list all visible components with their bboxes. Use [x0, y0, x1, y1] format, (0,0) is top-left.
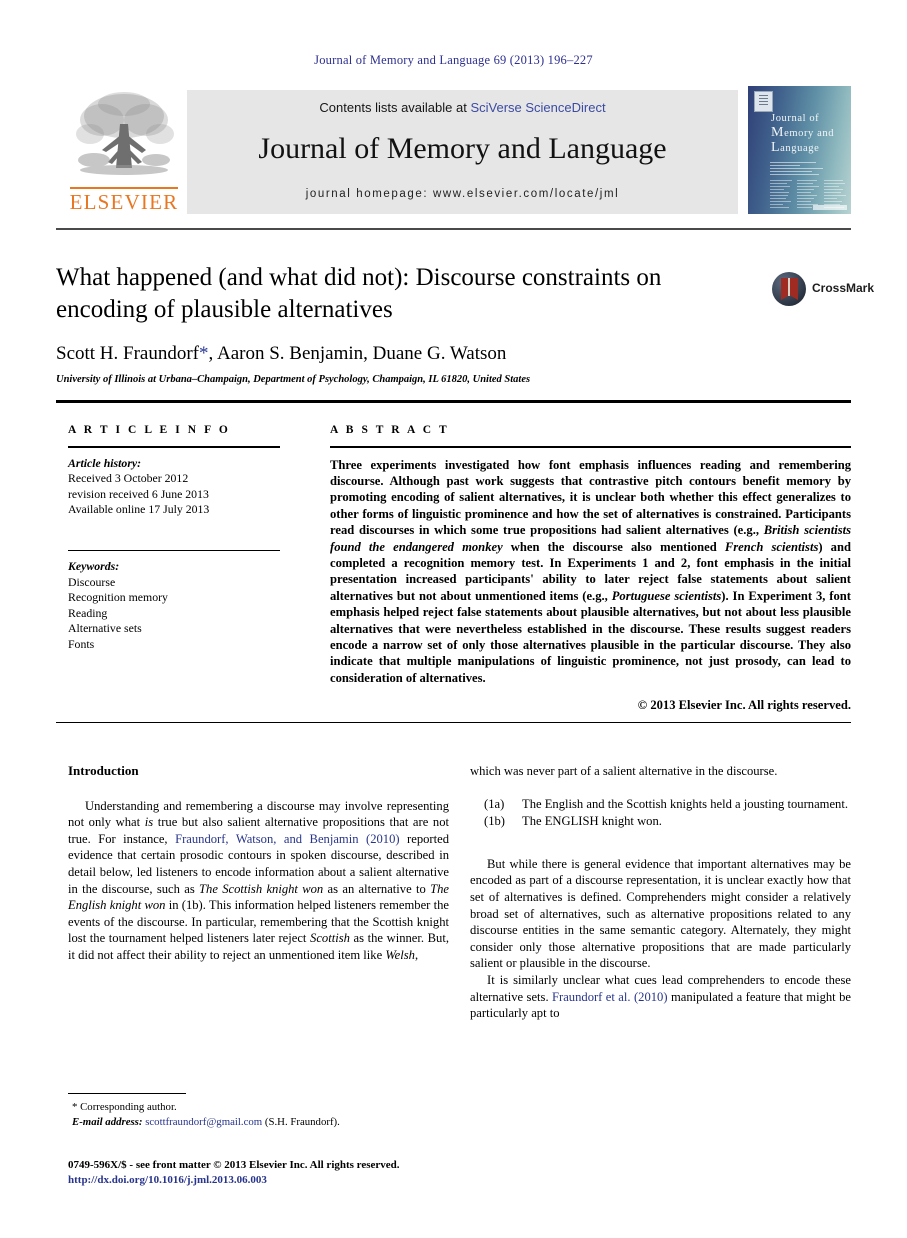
body-paragraph: It is similarly unclear what cues lead c…: [470, 972, 851, 1022]
abstract-text-2: when the discourse also mentioned: [502, 539, 725, 554]
journal-title: Journal of Memory and Language: [258, 132, 667, 165]
history-item: Available online 17 July 2013: [68, 502, 210, 517]
title-block: What happened (and what did not): Discou…: [56, 262, 756, 385]
contents-available-line: Contents lists available at SciVerse Sci…: [187, 100, 738, 115]
abstract-text-4: ). In Experiment 3, font emphasis helped…: [330, 588, 851, 685]
history-item: revision received 6 June 2013: [68, 486, 209, 501]
elsevier-wordmark: ELSEVIER: [69, 190, 179, 214]
body-column-left: Introduction Understanding and rememberi…: [68, 763, 449, 964]
cover-initial-m: M: [771, 125, 785, 140]
author-rest: , Aaron S. Benjamin, Duane G. Watson: [208, 343, 507, 364]
body-italic-is: is: [144, 815, 154, 830]
body-italic-scottish: Scottish: [310, 931, 350, 946]
journal-cover-thumbnail: Journal of Memory and Language: [748, 86, 851, 214]
affiliation: University of Illinois at Urbana–Champai…: [56, 374, 531, 385]
corresponding-author-note: * Corresponding author.: [72, 1101, 177, 1113]
body-text: as an alternative to: [323, 881, 431, 896]
body-text: ,: [414, 947, 419, 962]
crossmark-label: CrossMark: [812, 281, 875, 295]
article-info-divider: [68, 446, 280, 448]
abstract-top-divider: [56, 400, 851, 403]
body-italic-welsh: Welsh: [385, 947, 415, 962]
abstract-copyright: © 2013 Elsevier Inc. All rights reserved…: [637, 698, 851, 713]
article-info-section: A R T I C L E I N F O Article history: R…: [68, 424, 293, 652]
cover-title-line3: anguage: [780, 143, 820, 154]
example-row: (1b) The ENGLISH knight won.: [470, 813, 851, 830]
article-info-heading: A R T I C L E I N F O: [68, 424, 231, 436]
imprint-block: 0749-596X/$ - see front matter © 2013 El…: [68, 1158, 488, 1187]
body-italic-example-1: The Scottish knight won: [199, 881, 324, 896]
abstract-heading: A B S T R A C T: [330, 424, 450, 436]
citation-link[interactable]: Fraundorf, Watson, and Benjamin (2010): [175, 832, 400, 846]
author-list: Scott H. Fraundorf*, Aaron S. Benjamin, …: [56, 343, 756, 365]
footnote-block: * Corresponding author. E-mail address: …: [68, 1093, 449, 1129]
body-column-right: which was never part of a salient altern…: [470, 763, 851, 1022]
article-history-label: Article history:: [68, 455, 142, 470]
cover-footer-mark: [813, 205, 847, 210]
abstract-italic-2: French scientists: [724, 539, 819, 554]
masthead-divider: [56, 228, 851, 230]
elsevier-logo: ELSEVIER: [62, 90, 186, 218]
example-text: The English and the Scottish knights hel…: [522, 796, 848, 811]
cover-title-line1: ournal of: [775, 113, 820, 124]
example-number: (1b): [484, 814, 505, 829]
email-suffix: (S.H. Fraundorf).: [262, 1115, 340, 1128]
contents-prefix: Contents lists available at: [319, 100, 471, 115]
corresponding-author-marker: *: [199, 343, 209, 364]
body-paragraph: Understanding and remembering a discours…: [68, 798, 449, 964]
example-text: The ENGLISH knight won.: [522, 814, 662, 829]
citation-link[interactable]: Fraundorf et al. (2010): [552, 990, 668, 1004]
cover-initial-l: L: [771, 140, 781, 155]
abstract-section: A B S T R A C T Three experiments invest…: [330, 424, 851, 713]
keyword-item: Reading: [68, 605, 108, 620]
cover-title-line2: emory and: [784, 128, 835, 139]
email-note: E-mail address: scottfraundorf@gmail.com…: [68, 1115, 449, 1130]
keywords-label: Keywords:: [68, 559, 120, 574]
keyword-item: Discourse: [68, 574, 116, 589]
journal-masthead: ELSEVIER Contents lists available at Sci…: [56, 86, 851, 224]
journal-homepage-link[interactable]: journal homepage: www.elsevier.com/locat…: [187, 188, 738, 200]
keywords-divider: [68, 549, 280, 552]
body-paragraph: But while there is general evidence that…: [470, 856, 851, 971]
crossmark-book-fold: [788, 278, 790, 296]
crossmark-badge[interactable]: CrossMark: [772, 272, 874, 306]
keywords-block: Keywords: Discourse Recognition memory R…: [68, 559, 293, 652]
elsevier-tree-icon: [76, 92, 174, 175]
section-heading-introduction: Introduction: [68, 763, 139, 778]
footnote-divider: [68, 1093, 186, 1094]
body-top-divider: [56, 722, 851, 724]
cover-text-lines: [770, 162, 846, 177]
abstract-italic-3: Portuguese scientists: [611, 588, 722, 603]
example-number: (1a): [484, 796, 505, 811]
article-history-block: Article history: Received 3 October 2012…: [68, 456, 293, 518]
sciencedirect-link[interactable]: SciVerse ScienceDirect: [470, 100, 605, 115]
article-page: Journal of Memory and Language 69 (2013)…: [0, 0, 907, 1238]
cover-badge-icon: [754, 91, 773, 112]
example-row: (1a) The English and the Scottish knight…: [470, 796, 851, 813]
author-first: Scott H. Fraundorf: [56, 343, 200, 364]
keyword-item: Alternative sets: [68, 621, 142, 636]
email-label: E-mail address:: [72, 1115, 143, 1128]
running-head: Journal of Memory and Language 69 (2013)…: [314, 53, 593, 67]
journal-banner: Contents lists available at SciVerse Sci…: [187, 90, 738, 214]
abstract-body: Three experiments investigated how font …: [330, 457, 851, 687]
page-title: What happened (and what did not): Discou…: [56, 264, 662, 323]
elsevier-logo-rule: [70, 187, 178, 189]
history-item: Received 3 October 2012: [68, 471, 189, 486]
cover-title: Journal of Memory and Language: [771, 112, 849, 156]
issn-line: 0749-596X/$ - see front matter © 2013 El…: [68, 1159, 400, 1171]
keyword-item: Recognition memory: [68, 590, 168, 605]
doi-link[interactable]: http://dx.doi.org/10.1016/j.jml.2013.06.…: [68, 1173, 488, 1188]
keyword-item: Fonts: [68, 636, 95, 651]
abstract-divider: [330, 446, 851, 448]
body-paragraph-continued: which was never part of a salient altern…: [470, 764, 778, 778]
email-link[interactable]: scottfraundorf@gmail.com: [145, 1116, 262, 1128]
numbered-examples: (1a) The English and the Scottish knight…: [470, 796, 851, 830]
